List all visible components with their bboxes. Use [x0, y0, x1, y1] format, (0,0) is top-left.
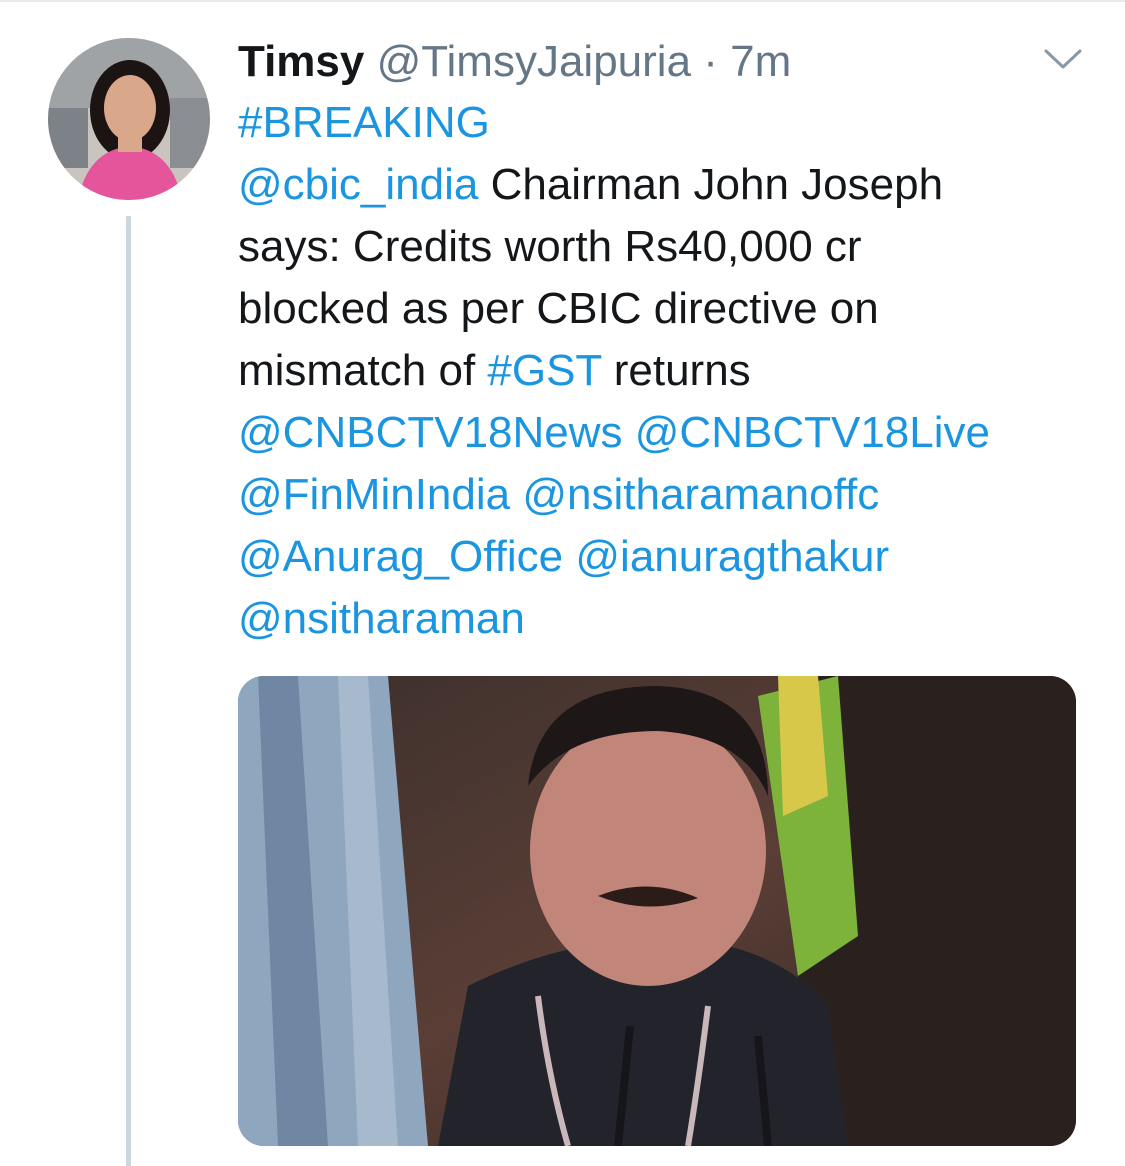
top-divider — [0, 0, 1125, 2]
tweet-header: Timsy @TimsyJaipuria · 7m — [238, 32, 791, 92]
hashtag-link[interactable]: #BREAKING — [238, 98, 490, 147]
tweet-text-line: mismatch of #GST returns — [238, 340, 1068, 402]
user-avatar[interactable] — [48, 38, 210, 200]
mention-link[interactable]: @FinMinIndia — [238, 470, 510, 519]
tweet-text-segment — [623, 408, 635, 457]
timestamp[interactable]: 7m — [730, 37, 791, 86]
tweet-text-line: @FinMinIndia @nsitharamanoffc — [238, 464, 1068, 526]
mention-link[interactable]: @nsitharaman — [238, 594, 525, 643]
tweet-text-segment — [563, 532, 575, 581]
tweet-text-line: @Anurag_Office @ianuragthakur — [238, 526, 1068, 588]
tweet-text: #BREAKING @cbic_india Chairman John Josep… — [238, 92, 1068, 650]
tweet-text-segment: blocked as per CBIC directive on — [238, 284, 879, 333]
tweet-text-segment: says: Credits worth Rs40,000 cr — [238, 222, 862, 271]
mention-link[interactable]: @ianuragthakur — [575, 532, 889, 581]
mention-link[interactable]: @nsitharamanoffc — [522, 470, 879, 519]
chevron-down-icon[interactable] — [1040, 42, 1086, 76]
mention-link[interactable]: @cbic_india — [238, 160, 478, 209]
thread-line — [126, 216, 131, 1166]
user-handle[interactable]: @TimsyJaipuria — [377, 37, 691, 86]
tweet-text-line: says: Credits worth Rs40,000 cr — [238, 216, 1068, 278]
display-name[interactable]: Timsy — [238, 37, 364, 86]
tweet-text-segment: mismatch of — [238, 346, 488, 395]
tweet-text-line: @cbic_india Chairman John Joseph — [238, 154, 1068, 216]
tweet-media-image[interactable] — [238, 676, 1076, 1146]
tweet-text-segment — [510, 470, 522, 519]
mention-link[interactable]: @CNBCTV18Live — [635, 408, 990, 457]
tweet-text-line: blocked as per CBIC directive on — [238, 278, 1068, 340]
mention-link[interactable]: @CNBCTV18News — [238, 408, 623, 457]
tweet-text-line: #BREAKING — [238, 92, 1068, 154]
tweet-text-segment: Chairman John Joseph — [478, 160, 944, 209]
separator-dot: · — [703, 37, 718, 86]
tweet-text-line: @nsitharaman — [238, 588, 1068, 650]
hashtag-link[interactable]: #GST — [487, 346, 601, 395]
mention-link[interactable]: @Anurag_Office — [238, 532, 563, 581]
tweet-text-segment: returns — [601, 346, 751, 395]
tweet-text-line: @CNBCTV18News @CNBCTV18Live — [238, 402, 1068, 464]
